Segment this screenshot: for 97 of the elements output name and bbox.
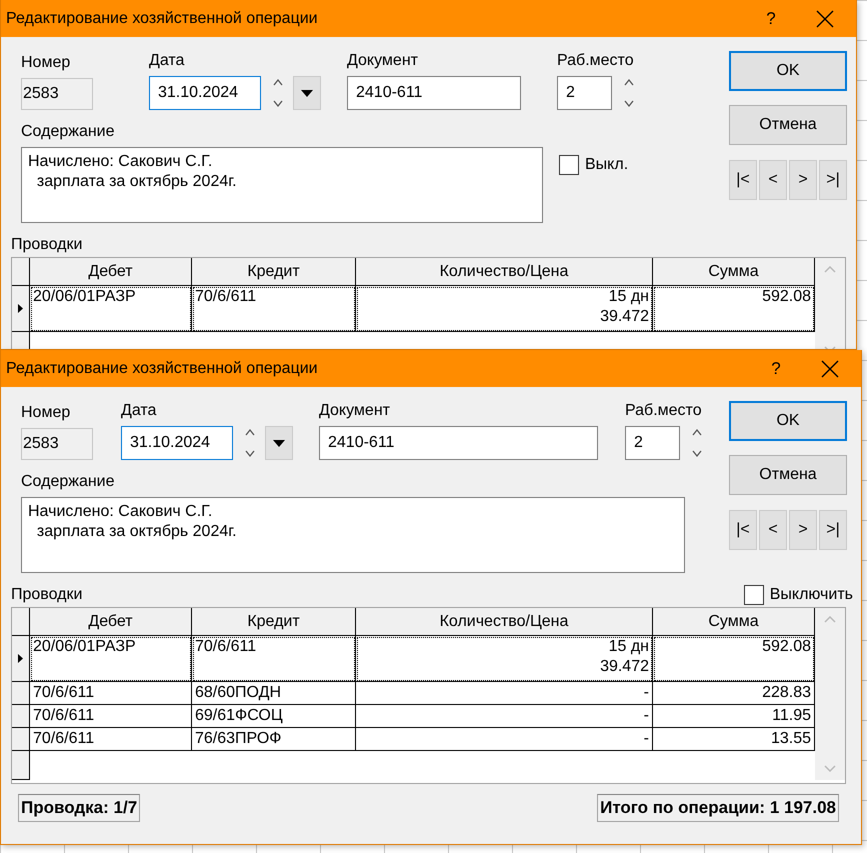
table-cell: 69/61ФСОЦ bbox=[192, 705, 356, 728]
content-field[interactable]: Начислено: Сакович С.Г. зарплата за октябрь 2024г. bbox=[21, 147, 543, 223]
field-label: Номер bbox=[21, 53, 72, 73]
nav-button[interactable]: < bbox=[759, 160, 787, 200]
spin-arrows-icon[interactable] bbox=[273, 78, 283, 108]
caret-icon bbox=[273, 440, 285, 446]
scroll-up-icon bbox=[824, 616, 836, 623]
field-label: Раб.место bbox=[557, 51, 635, 71]
table-cell: 68/60ПОДН bbox=[192, 682, 356, 705]
scroll-up-icon bbox=[824, 266, 836, 273]
nav-button[interactable]: > bbox=[789, 510, 817, 550]
workplace-field[interactable]: 2 bbox=[625, 426, 680, 460]
table-cell: - bbox=[356, 682, 653, 705]
section-label: Проводки bbox=[11, 586, 82, 604]
close-icon bbox=[821, 360, 839, 378]
table-cell: 70/6/611 bbox=[192, 636, 356, 682]
table-cell: 70/6/611 bbox=[30, 705, 192, 728]
table-cell: 15 дн 39.472 bbox=[356, 286, 653, 332]
row-selector[interactable] bbox=[12, 705, 30, 728]
dropdown-button[interactable] bbox=[293, 76, 321, 110]
spin-arrows-icon[interactable] bbox=[245, 428, 255, 458]
section-label: Проводки bbox=[11, 236, 82, 254]
checkbox[interactable] bbox=[744, 585, 764, 605]
date-field[interactable]: 31.10.2024 bbox=[121, 426, 233, 460]
header-corner bbox=[12, 258, 30, 286]
nav-button[interactable]: > bbox=[789, 160, 817, 200]
table-cell: 20/06/01РАЗР bbox=[30, 286, 192, 332]
cancel-button[interactable]: Отмена bbox=[729, 455, 847, 495]
current-row-icon bbox=[18, 304, 23, 313]
help-button[interactable]: ? bbox=[748, 0, 794, 37]
help-button[interactable]: ? bbox=[753, 350, 799, 387]
number-field: 2583 bbox=[21, 78, 93, 110]
column-header[interactable]: Дебет bbox=[30, 608, 192, 636]
table-cell: 228.83 bbox=[653, 682, 815, 705]
column-header[interactable]: Сумма bbox=[653, 608, 815, 636]
table-cell: 70/6/611 bbox=[192, 286, 356, 332]
table-cell: - bbox=[356, 705, 653, 728]
table-cell: 592.08 bbox=[653, 286, 815, 332]
column-header[interactable]: Дебет bbox=[30, 258, 192, 286]
column-header[interactable]: Количество/Цена bbox=[356, 258, 653, 286]
checkbox-label: Выключить bbox=[770, 586, 853, 604]
column-header[interactable]: Кредит bbox=[192, 258, 356, 286]
row-selector[interactable] bbox=[12, 636, 30, 682]
nav-button[interactable]: >| bbox=[819, 160, 847, 200]
nav-button[interactable]: |< bbox=[729, 510, 757, 550]
workplace-field[interactable]: 2 bbox=[557, 76, 612, 110]
scrollbar[interactable] bbox=[815, 608, 845, 780]
nav-button[interactable]: < bbox=[759, 510, 787, 550]
row-selector[interactable] bbox=[12, 286, 30, 332]
window-title: Редактирование хозяйственной операции bbox=[6, 10, 319, 28]
scroll-down-icon bbox=[824, 765, 836, 772]
field-label: Документ bbox=[347, 51, 419, 71]
field-label: Содержание bbox=[21, 472, 116, 492]
field-label: Дата bbox=[149, 51, 186, 71]
table-cell: 70/6/611 bbox=[30, 682, 192, 705]
ok-button[interactable]: OK bbox=[729, 51, 847, 91]
table-cell: 20/06/01РАЗР bbox=[30, 636, 192, 682]
column-header[interactable]: Кредит bbox=[192, 608, 356, 636]
field-label: Номер bbox=[21, 403, 72, 423]
table-cell: 13.55 bbox=[653, 728, 815, 751]
operation-total: Итого по операции: 1 197.08 bbox=[597, 794, 839, 822]
spin-arrows-icon[interactable] bbox=[692, 428, 702, 458]
number-field: 2583 bbox=[21, 428, 93, 460]
table-cell: 76/63ПРОФ bbox=[192, 728, 356, 751]
table-cell: 15 дн 39.472 bbox=[356, 636, 653, 682]
nav-button[interactable]: |< bbox=[729, 160, 757, 200]
field-label: Содержание bbox=[21, 122, 116, 142]
row-selector[interactable] bbox=[12, 682, 30, 705]
content-field[interactable]: Начислено: Сакович С.Г. зарплата за октябрь 2024г. bbox=[21, 497, 685, 573]
table-cell: 11.95 bbox=[653, 705, 815, 728]
close-icon bbox=[816, 10, 834, 28]
cancel-button[interactable]: Отмена bbox=[729, 105, 847, 145]
document-field[interactable]: 2410-611 bbox=[319, 426, 598, 460]
posting-counter: Проводка: 1/7 bbox=[18, 794, 140, 822]
row-selector[interactable] bbox=[12, 728, 30, 751]
header-corner bbox=[12, 608, 30, 636]
table-cell: 592.08 bbox=[653, 636, 815, 682]
column-header[interactable]: Сумма bbox=[653, 258, 815, 286]
row-selector[interactable] bbox=[12, 751, 30, 780]
checkbox[interactable] bbox=[559, 155, 579, 175]
window-title: Редактирование хозяйственной операции bbox=[6, 360, 319, 378]
checkbox-label: Выкл. bbox=[585, 156, 628, 174]
date-field[interactable]: 31.10.2024 bbox=[149, 76, 261, 110]
table-cell: - bbox=[356, 728, 653, 751]
dropdown-button[interactable] bbox=[265, 426, 293, 460]
table-cell: 70/6/611 bbox=[30, 728, 192, 751]
nav-button[interactable]: >| bbox=[819, 510, 847, 550]
document-field[interactable]: 2410-611 bbox=[347, 76, 521, 110]
ok-button[interactable]: OK bbox=[729, 401, 847, 441]
field-label: Документ bbox=[319, 401, 391, 421]
field-label: Раб.место bbox=[625, 401, 703, 421]
column-header[interactable]: Количество/Цена bbox=[356, 608, 653, 636]
caret-icon bbox=[301, 90, 313, 96]
current-row-icon bbox=[18, 654, 23, 663]
field-label: Дата bbox=[121, 401, 158, 421]
scrollbar[interactable] bbox=[815, 258, 845, 349]
spin-arrows-icon[interactable] bbox=[624, 78, 634, 108]
